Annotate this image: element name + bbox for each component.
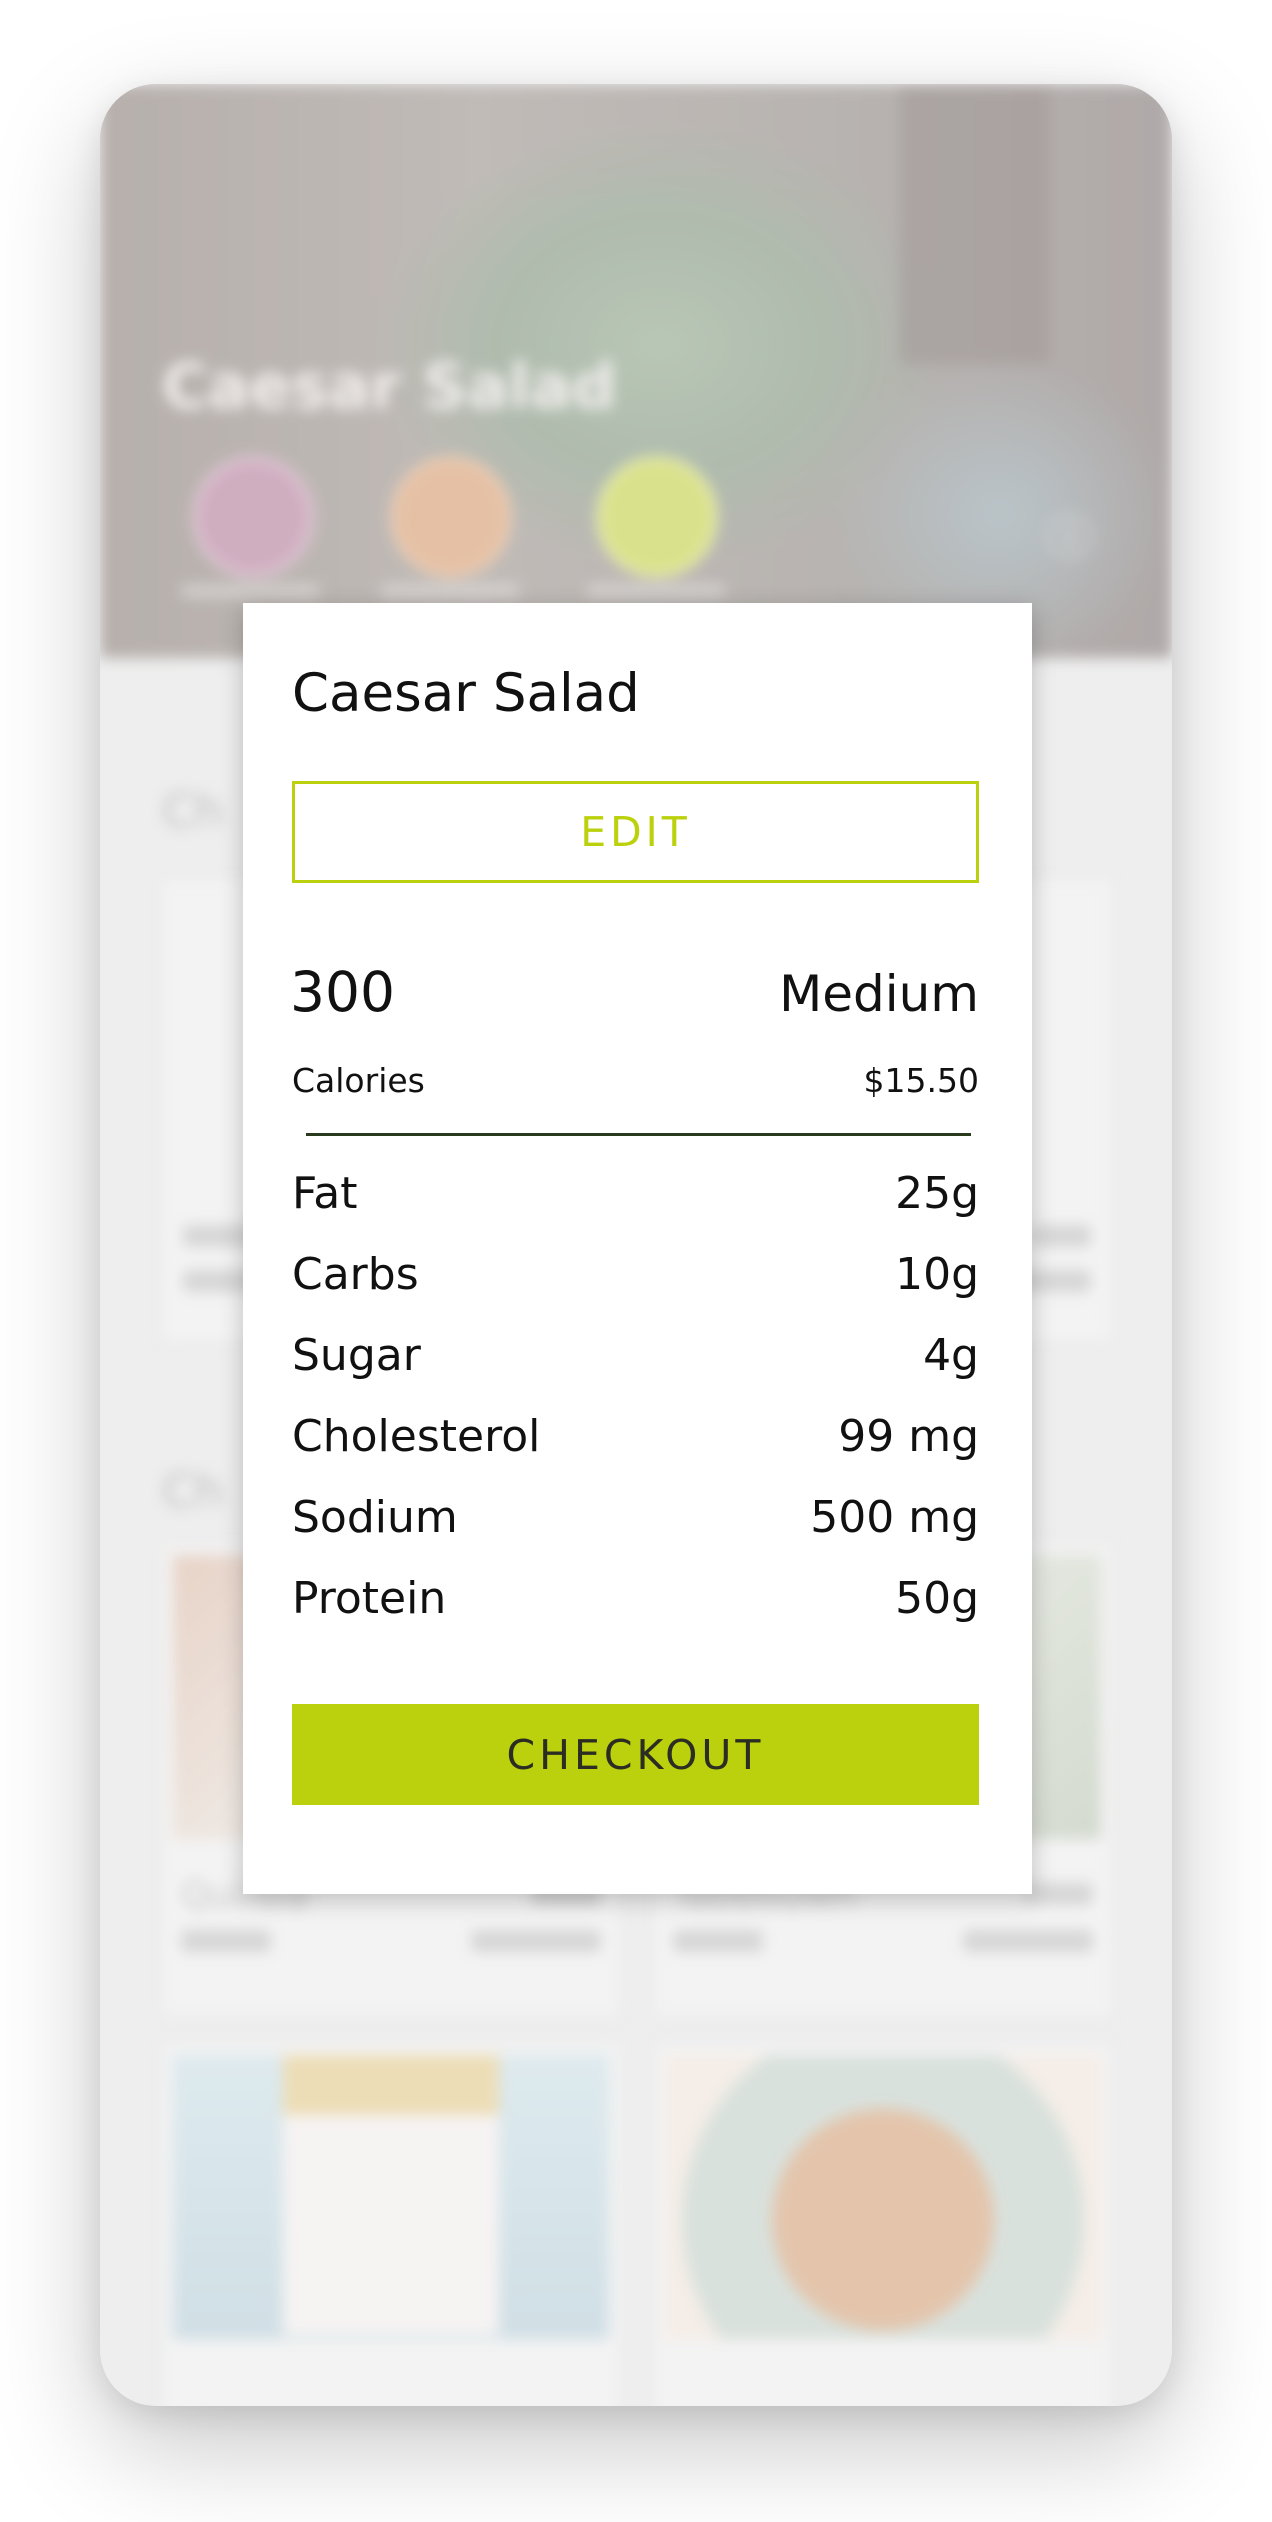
checkout-button[interactable]: CHECKOUT xyxy=(292,1704,979,1805)
nutrition-label: Carbs xyxy=(292,1249,419,1300)
nutrition-label: Fat xyxy=(292,1168,358,1219)
edit-button[interactable]: EDIT xyxy=(292,781,979,883)
nutrition-list: Fat 25g Carbs 10g Sugar 4g Cholesterol 9… xyxy=(292,1156,979,1642)
item-detail-modal: Caesar Salad EDIT 300 Medium Calories $1… xyxy=(243,603,1032,1894)
nutrition-label: Sugar xyxy=(292,1330,421,1381)
nutrition-label: Cholesterol xyxy=(292,1411,541,1462)
size-value: Medium xyxy=(779,965,979,1023)
calories-value: 300 xyxy=(290,960,395,1024)
nutrition-label: Sodium xyxy=(292,1492,458,1543)
nutrition-value: 4g xyxy=(923,1330,979,1381)
nutrition-value: 10g xyxy=(895,1249,979,1300)
nutrition-label: Protein xyxy=(292,1573,447,1624)
nutrition-row-sodium: Sodium 500 mg xyxy=(292,1480,979,1561)
nutrition-row-cholesterol: Cholesterol 99 mg xyxy=(292,1399,979,1480)
nutrition-value: 500 mg xyxy=(810,1492,979,1543)
modal-title: Caesar Salad xyxy=(292,663,640,724)
divider xyxy=(306,1133,971,1136)
nutrition-row-carbs: Carbs 10g xyxy=(292,1237,979,1318)
phone-frame: Caesar Salad ⓘ Ch Ch Quinoa Tabbouleh Ca… xyxy=(100,84,1172,2406)
nutrition-value: 99 mg xyxy=(838,1411,979,1462)
nutrition-row-fat: Fat 25g xyxy=(292,1156,979,1237)
calories-label: Calories xyxy=(292,1061,425,1100)
nutrition-value: 25g xyxy=(895,1168,979,1219)
price-value: $15.50 xyxy=(863,1061,979,1100)
nutrition-row-protein: Protein 50g xyxy=(292,1561,979,1642)
nutrition-value: 50g xyxy=(895,1573,979,1624)
nutrition-row-sugar: Sugar 4g xyxy=(292,1318,979,1399)
